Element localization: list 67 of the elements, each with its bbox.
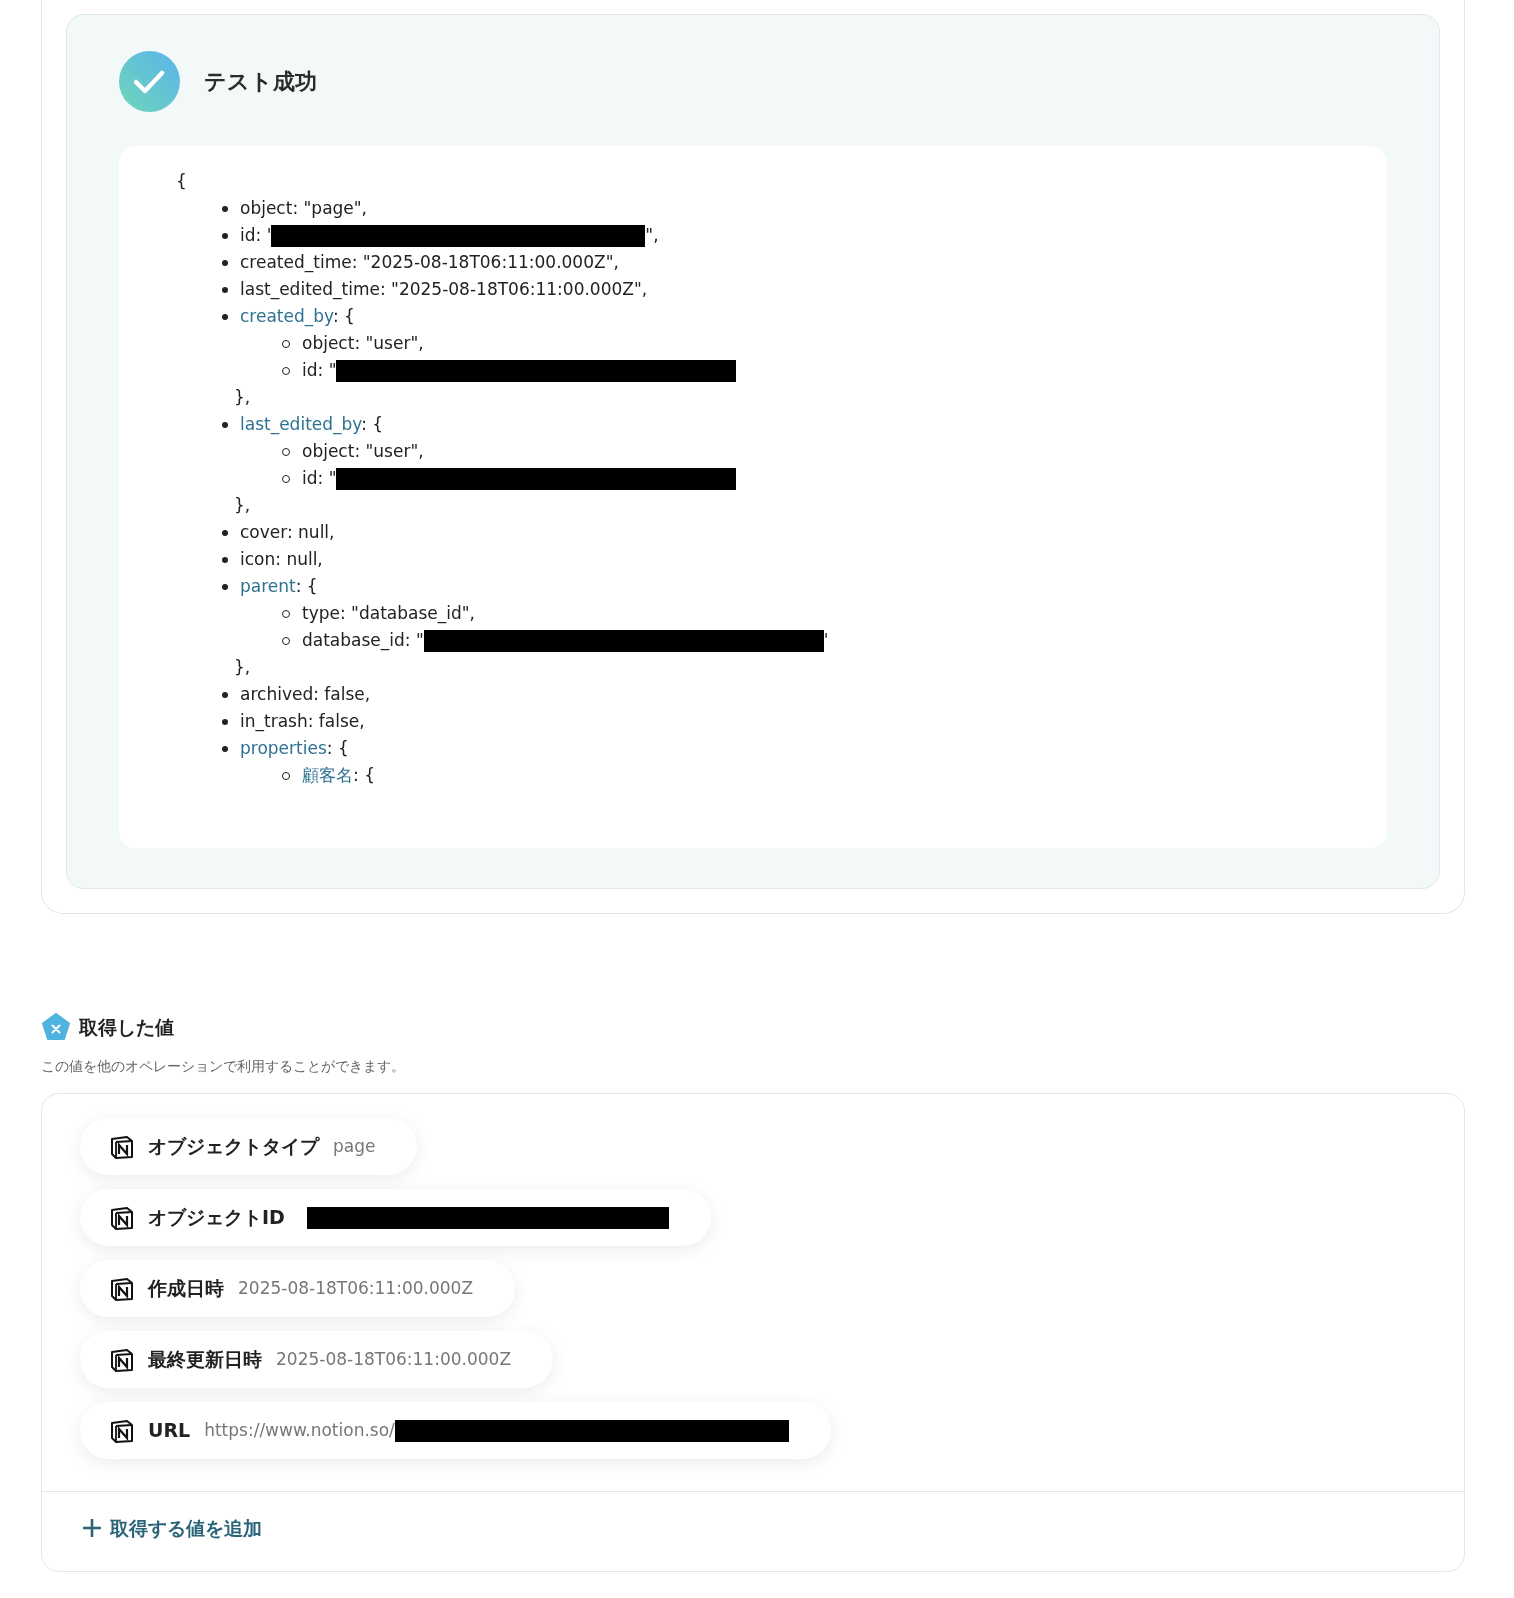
cube-icon [110, 1347, 134, 1372]
code-line: }, [233, 386, 252, 409]
code-line: object: "page", [240, 197, 368, 220]
code-line: id: ' [240, 224, 272, 247]
value-chip[interactable]: URL https://www.notion.so/ [80, 1402, 831, 1459]
value-label: 作成日時 [148, 1276, 224, 1302]
pentagon-icon [41, 1012, 71, 1042]
code-line: archived: false, [240, 683, 371, 706]
result-title: テスト成功 [204, 68, 317, 96]
plus-icon [82, 1518, 102, 1539]
code-line: database_id: " [302, 629, 424, 653]
section-title: 取得した値 [79, 1014, 174, 1040]
code-line: last_edited_time: "2025-08-18T06:11:00.000Z", [240, 278, 648, 302]
bullet-icon [222, 205, 228, 212]
code-line: }, [233, 656, 252, 679]
code-line: created_by: { [240, 305, 355, 329]
cube-icon [110, 1134, 134, 1159]
code-text: ", [645, 224, 659, 247]
value-label: オブジェクトタイプ [148, 1134, 319, 1160]
code-line: in_trash: false, [240, 710, 365, 734]
code-line: object: "user", [302, 440, 424, 463]
code-line: id: " [302, 359, 337, 382]
value-text: page [333, 1134, 376, 1158]
value-chip[interactable]: 最終更新日時 2025-08-18T06:11:00.000Z [80, 1331, 554, 1388]
code-line: type: "database_id", [302, 602, 475, 626]
code-line: { [176, 170, 188, 193]
bullet-icon [222, 745, 228, 752]
value-text: https://www.notion.so/ [204, 1418, 395, 1442]
bullet-icon [222, 259, 228, 266]
key-link[interactable]: created_by [240, 306, 333, 326]
bullet-icon [222, 286, 228, 293]
key-link[interactable]: last_edited_by [240, 414, 362, 434]
bullet-icon [222, 691, 228, 698]
code-line: created_time: "2025-08-18T06:11:00.000Z", [240, 251, 619, 275]
cube-icon [110, 1418, 134, 1443]
bullet-icon [222, 583, 228, 590]
code-line: icon: null, [240, 548, 323, 571]
bullet-icon [222, 232, 228, 239]
code-text: ' [823, 629, 829, 652]
add-value-link[interactable]: 取得する値を追加 [82, 1514, 262, 1543]
code-line: parent: { [240, 575, 318, 598]
cube-icon [110, 1276, 134, 1301]
value-text: 2025-08-18T06:11:00.000Z [238, 1276, 474, 1300]
code-line: object: "user", [302, 332, 424, 355]
cube-icon [110, 1205, 134, 1230]
description-text: この値を他のオペレーションで利用することができます。 [41, 1057, 406, 1076]
value-label: オブジェクトID [148, 1205, 285, 1231]
key-link[interactable]: properties [240, 738, 327, 758]
bullet-icon [222, 313, 228, 320]
bullet-icon [222, 718, 228, 725]
key-link[interactable]: 顧客名 [302, 765, 353, 785]
value-chip[interactable]: 作成日時 2025-08-18T06:11:00.000Z [80, 1260, 516, 1317]
bullet-icon [222, 421, 228, 428]
value-text: 2025-08-18T06:11:00.000Z [276, 1347, 512, 1371]
bullet-icon [222, 556, 228, 563]
bullet-icon [222, 529, 228, 536]
value-label: URL [148, 1418, 191, 1444]
code-line: }, [233, 494, 252, 517]
code-line: properties: { [240, 737, 349, 760]
code-line: 顧客名: { [302, 764, 375, 787]
code-line: cover: null, [240, 521, 335, 544]
value-chip[interactable]: オブジェクトタイプ page [80, 1118, 418, 1175]
key-link[interactable]: parent [240, 576, 296, 596]
code-line: last_edited_by: { [240, 413, 384, 437]
code-line: id: " [302, 467, 337, 490]
value-chip[interactable]: オブジェクトID [80, 1189, 711, 1246]
value-label: 最終更新日時 [148, 1347, 262, 1373]
